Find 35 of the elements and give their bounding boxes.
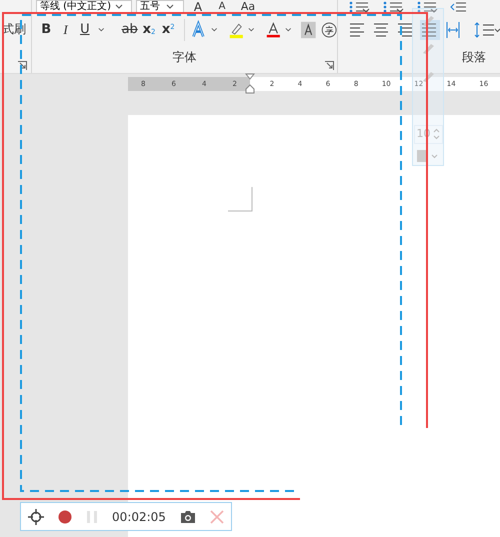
dialog-launcher-icon[interactable] [18,61,27,70]
underline-button[interactable]: U [76,19,93,41]
strikethrough-button[interactable]: ab [122,19,138,41]
eraser-icon [421,13,435,27]
list-icon[interactable] [382,1,404,13]
crosshair-icon[interactable] [28,508,44,524]
camera-icon[interactable] [180,510,196,524]
record-icon[interactable] [58,510,72,524]
font-size-button[interactable]: A [188,0,208,14]
caret-icon [114,4,123,10]
superscript-button[interactable]: x$^{2}$ [160,19,176,41]
caret-icon[interactable] [211,27,218,33]
bold-button[interactable]: B [38,19,54,41]
group-label: 段落 [462,49,486,66]
caret-icon[interactable] [285,27,292,33]
line-spacing-icon[interactable] [474,20,500,40]
font-size-button[interactable]: A [212,0,232,14]
list-icon[interactable] [416,1,438,13]
margin-corner-mark [228,187,254,213]
dialog-launcher-icon[interactable] [325,61,334,70]
font-size-button[interactable]: Aa [236,0,260,14]
caret-icon[interactable] [248,27,255,33]
recording-timer: 00:02:05 [112,508,166,526]
font-color-icon[interactable] [266,20,280,40]
caret-icon[interactable] [98,27,105,33]
enclosed-character-icon[interactable] [320,20,337,40]
text-effects-icon[interactable] [191,20,206,40]
indent-marker-icon[interactable] [245,73,255,95]
decrease-indent-icon[interactable] [450,1,466,13]
list-icon[interactable] [348,1,370,13]
italic-button[interactable]: I [57,19,74,41]
caret-icon [166,4,174,10]
group-label: 字体 [172,49,196,66]
eraser-icon [421,69,435,83]
character-shading-icon[interactable] [300,20,316,40]
